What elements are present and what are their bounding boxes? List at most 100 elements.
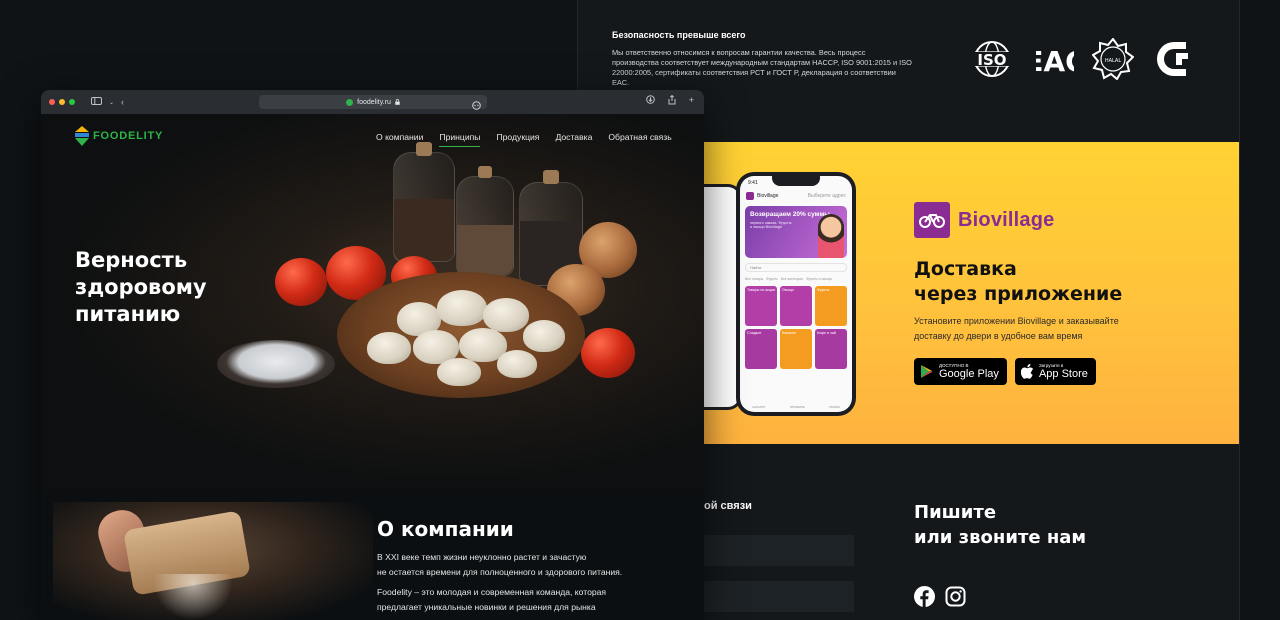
write-us-title: Пишите или звоните нам	[914, 500, 1086, 550]
flour-dust	[153, 574, 233, 620]
spice-bottle	[393, 152, 455, 262]
browser-left-controls: ⌄ ‹	[91, 97, 124, 107]
promo-text: Установите приложении Biovillage и заказ…	[914, 316, 1119, 341]
dumplings-bowl	[337, 272, 585, 398]
about-line: В XXI веке темп жизни неуклонно растет и…	[377, 552, 587, 562]
contact-name-field[interactable]	[704, 535, 854, 566]
iso-logo-icon: ISO	[966, 40, 1018, 78]
social-links	[914, 586, 966, 607]
phone-tile: Овощи	[780, 286, 812, 326]
lock-icon	[395, 99, 400, 105]
site-logo[interactable]: FOODELITY	[75, 126, 163, 146]
phone-mockup: 9:41 Biovillage Выберите адрес Возвращае…	[736, 172, 856, 416]
google-play-button[interactable]: ДОСТУПНО В Google Play	[914, 358, 1007, 385]
bottle-cork	[543, 170, 559, 184]
sidebar-toggle-icon[interactable]	[91, 97, 102, 107]
background-edge	[1240, 0, 1280, 620]
about-image	[53, 502, 373, 620]
phone-tile: Товары по акции	[745, 286, 777, 326]
phone-nav-item: ПОИСК	[829, 405, 840, 409]
back-arrow-icon[interactable]: ‹	[121, 97, 124, 107]
halal-text: HALAL	[1105, 58, 1122, 64]
eac-logo-icon: EAC	[1036, 42, 1074, 76]
google-play-icon	[921, 365, 932, 378]
phone-nav-item: КАТАЛОГ	[752, 405, 766, 409]
browser-titlebar: ⌄ ‹ foodelity.ru +	[41, 90, 704, 114]
site-header: FOODELITY О компании Принципы Продукция …	[75, 126, 674, 147]
maximize-window-button[interactable]	[69, 99, 75, 105]
contact-phone-field[interactable]	[704, 581, 854, 612]
hero-title-line: питанию	[75, 302, 181, 326]
promo-title-line: через приложение	[914, 283, 1123, 305]
phone-tile: Сладкое	[745, 329, 777, 369]
hero-title-line: здоровому	[75, 275, 207, 299]
instagram-icon[interactable]	[945, 586, 966, 607]
about-line: предлагает уникальные новинки и решения …	[377, 602, 596, 612]
write-us-line: Пишите	[914, 502, 997, 523]
biovillage-name: Biovillage	[958, 208, 1055, 231]
site-logo-text: FOODELITY	[93, 130, 164, 142]
phone-tile: Фрукты	[815, 286, 847, 326]
site-favicon-icon	[346, 98, 354, 106]
phone-nav-item: ПРОФИЛЬ	[789, 405, 805, 409]
app-store-label: App Store	[1038, 368, 1088, 380]
phone-app-name: Biovillage	[757, 193, 779, 199]
menu-item-about[interactable]: О компании	[376, 132, 423, 147]
app-promo-banner: 9:41 Biovillage Выберите адрес Возвращае…	[690, 142, 1239, 444]
phone-tile: Кофе и чай	[815, 329, 847, 369]
about-line: не остается времени для полноценного и з…	[377, 567, 623, 577]
menu-item-products[interactable]: Продукция	[496, 132, 539, 147]
chevron-down-icon[interactable]: ⌄	[109, 99, 114, 106]
contact-form-title: ой связи	[704, 500, 752, 512]
site-menu: О компании Принципы Продукция Доставка О…	[376, 132, 672, 147]
security-text: Мы ответственно относимся к вопросам гар…	[612, 48, 912, 87]
phone-tile: Бакалея	[780, 329, 812, 369]
phone-category-grid: Товары по акции Овощи Фрукты Сладкое Бак…	[740, 281, 852, 374]
phone-location: Выберите адрес	[807, 193, 846, 199]
app-logo-icon	[746, 192, 754, 200]
promo-title: Доставка через приложение	[914, 257, 1122, 307]
share-icon[interactable]	[668, 94, 676, 107]
menu-item-delivery[interactable]: Доставка	[555, 132, 592, 147]
phone-notch	[772, 176, 820, 186]
close-window-button[interactable]	[49, 99, 55, 105]
eac-text: EAC	[1036, 45, 1074, 76]
bicycle-icon	[914, 202, 950, 238]
about-title: О компании	[377, 517, 514, 541]
phone-chip: Все товары	[745, 277, 764, 281]
download-icon[interactable]	[645, 95, 655, 107]
menu-item-feedback[interactable]: Обратная связь	[608, 132, 671, 147]
phone-chip: Все категории	[780, 277, 804, 281]
promo-title-line: Доставка	[914, 258, 1017, 280]
spice-bottle	[456, 176, 514, 276]
new-tab-icon[interactable]: +	[689, 95, 694, 107]
iso-text: ISO	[977, 51, 1006, 69]
about-paragraph-2: Foodelity – это молодая и современная ко…	[377, 585, 677, 615]
address-bar[interactable]: foodelity.ru	[259, 95, 487, 110]
phone-screen: 9:41 Biovillage Выберите адрес Возвращае…	[740, 176, 852, 412]
bottle-cork	[478, 166, 492, 178]
halal-logo-icon: HALAL	[1092, 38, 1134, 80]
write-us-line: или звоните нам	[914, 527, 1087, 548]
app-store-button[interactable]: Загрузите в App Store	[1014, 358, 1096, 385]
phone-banner-sub: первого заказа. Фрукты и овощи Biovillag…	[750, 221, 792, 229]
phone-banner-image	[818, 214, 844, 258]
extensions-icon[interactable]	[472, 97, 481, 115]
minimize-window-button[interactable]	[59, 99, 65, 105]
phone-promo-card: Возвращаем 20% суммы первого заказа. Фру…	[745, 206, 847, 258]
facebook-icon[interactable]	[914, 586, 935, 607]
tomato	[275, 258, 327, 306]
certificates: ISO EAC HALAL	[966, 38, 1196, 80]
store-buttons: ДОСТУПНО В Google Play Загрузите в App S…	[914, 358, 1096, 385]
hero-section: FOODELITY О компании Принципы Продукция …	[41, 114, 704, 494]
about-line: Foodelity – это молодая и современная ко…	[377, 587, 607, 597]
phone-app-header: Biovillage Выберите адрес	[740, 190, 852, 202]
tomato	[581, 328, 635, 378]
security-title: Безопасность превыше всего	[612, 30, 746, 40]
hero-title: Верность здоровому питанию	[75, 247, 207, 328]
address-bar-url: foodelity.ru	[357, 98, 391, 106]
salt-bowl	[217, 340, 335, 388]
menu-item-principles[interactable]: Принципы	[439, 132, 481, 147]
about-paragraph-1: В XXI веке темп жизни неуклонно растет и…	[377, 550, 677, 580]
phone-search: Найти	[745, 263, 847, 272]
